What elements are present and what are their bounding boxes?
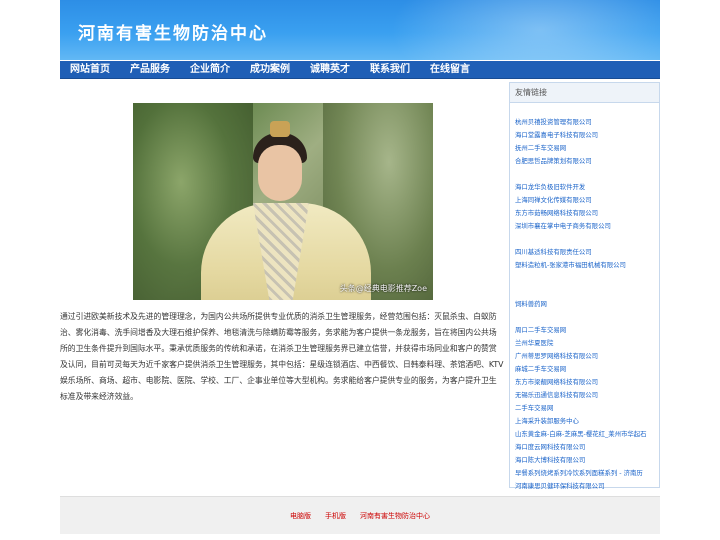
friend-link[interactable]: 山东黄金麻-白麻-芝麻黑-樱花红_莱州市华起石 — [515, 428, 659, 441]
friend-link[interactable]: 麻城二手车交易网 — [515, 363, 659, 376]
link-group-1: 杭州贝禧投资管理有限公司 海口堂露喜电子科技有限公司 抚州二手车交易网 合肥思哲… — [515, 116, 659, 168]
site-title: 河南有害生物防治中心 — [78, 24, 268, 44]
nav-item-message[interactable]: 在线留言 — [420, 61, 480, 79]
nav-item-home[interactable]: 网站首页 — [60, 61, 120, 79]
nav-item-about[interactable]: 企业简介 — [180, 61, 240, 79]
friend-link[interactable]: 海口堂露喜电子科技有限公司 — [515, 129, 659, 142]
link-group-5: 周口二手车交易网 兰州华夏医院 广州蒂思罗网络科技有限公司 麻城二手车交易网 东… — [515, 324, 659, 493]
friend-link[interactable]: 河南康思贝健环保科技有限公司 — [515, 480, 659, 493]
link-group-2: 海口龙华负极旧软件开发 上海同禅文化传媒有限公司 东方市茹畅网络科技有限公司 深… — [515, 181, 659, 233]
header-glow — [390, 0, 660, 60]
footer-link-site[interactable]: 河南有害生物防治中心 — [360, 511, 430, 521]
photo-face — [258, 145, 302, 201]
friend-link[interactable]: 广州蒂思罗网络科技有限公司 — [515, 350, 659, 363]
friend-link[interactable]: 兰州华夏医院 — [515, 337, 659, 350]
nav-item-jobs[interactable]: 诚聘英才 — [300, 61, 360, 79]
link-group-3: 四川基适科技有限责任公司 塑料造粒机-张家港市福田机械有限公司 — [515, 246, 659, 272]
friend-link[interactable]: 海口龙华负极旧软件开发 — [515, 181, 659, 194]
friend-link[interactable]: 合肥思哲品牌策划有限公司 — [515, 155, 659, 168]
feature-photo: 头条@经典电影推荐Zoe — [133, 103, 433, 300]
friend-link[interactable]: 四川基适科技有限责任公司 — [515, 246, 659, 259]
photo-crown — [270, 121, 290, 137]
friend-link[interactable]: 上海采升装卸服务中心 — [515, 415, 659, 428]
friend-link[interactable]: 二手车交易网 — [515, 402, 659, 415]
site-header: 河南有害生物防治中心 — [60, 0, 660, 60]
nav-item-cases[interactable]: 成功案例 — [240, 61, 300, 79]
friend-link[interactable]: 无锡乐迅通信息科技有限公司 — [515, 389, 659, 402]
friend-link[interactable]: 上海同禅文化传媒有限公司 — [515, 194, 659, 207]
friend-links-panel: 友情链接 杭州贝禧投资管理有限公司 海口堂露喜电子科技有限公司 抚州二手车交易网… — [509, 82, 660, 490]
friend-link[interactable]: 周口二手车交易网 — [515, 324, 659, 337]
friend-link[interactable]: 杭州贝禧投资管理有限公司 — [515, 116, 659, 129]
nav-item-contact[interactable]: 联系我们 — [360, 61, 420, 79]
friend-link[interactable]: 东方市茹畅网络科技有限公司 — [515, 207, 659, 220]
footer-link-desktop[interactable]: 电脑版 — [290, 511, 311, 521]
friend-link[interactable]: 塑料造粒机-张家港市福田机械有限公司 — [515, 259, 659, 272]
friend-links-title: 友情链接 — [510, 83, 659, 103]
link-group-4: 饲料兽药网 — [515, 298, 659, 311]
footer-link-mobile[interactable]: 手机版 — [325, 511, 346, 521]
friend-link[interactable]: 海口度云网科技有限公司 — [515, 441, 659, 454]
site-footer: 电脑版 手机版 河南有害生物防治中心 — [60, 496, 660, 534]
friend-link[interactable]: 抚州二手车交易网 — [515, 142, 659, 155]
friend-link[interactable]: 深圳市襄在掌中电子商务有限公司 — [515, 220, 659, 233]
photo-watermark: 头条@经典电影推荐Zoe — [339, 284, 427, 293]
friend-link[interactable]: 早餐系列烧烤系列冷饮系列面糕系列 - 济南历 — [515, 467, 659, 480]
main-nav: 网站首页 产品服务 企业简介 成功案例 诚聘英才 联系我们 在线留言 — [60, 61, 660, 79]
nav-item-products[interactable]: 产品服务 — [120, 61, 180, 79]
friend-link[interactable]: 海口陈大博科技有限公司 — [515, 454, 659, 467]
intro-paragraph: 通过引进欧美新技术及先进的管理理念，为国内公共场所提供专业优质的消杀卫生管理服务… — [60, 312, 504, 401]
friend-link[interactable]: 东方市梁靓网络科技有限公司 — [515, 376, 659, 389]
friend-link[interactable]: 饲料兽药网 — [515, 298, 659, 311]
